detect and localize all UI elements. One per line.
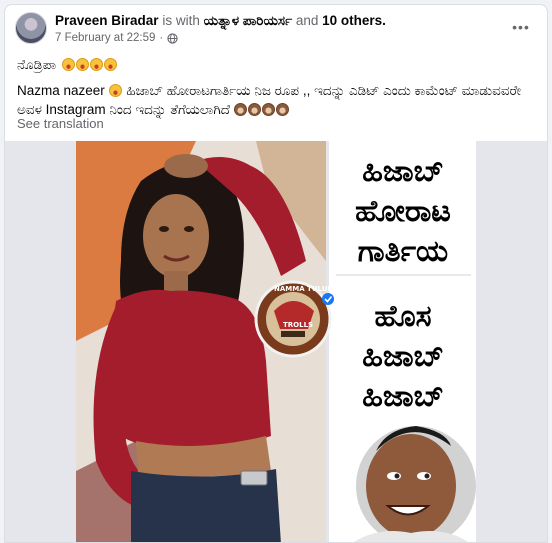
globe-icon	[167, 32, 178, 44]
laughing-emoji-icon	[90, 58, 104, 71]
tagged-user-link[interactable]: ಯತ್ನಾಳ ಪಾರಿಯರ್ಸ	[204, 13, 292, 28]
monkey-emoji-icon	[275, 103, 289, 116]
post-meta: 7 February at 22:59 ·	[55, 32, 178, 44]
with-text: is with	[162, 13, 200, 28]
caption-line-1: ನೊಡ್ರಿಪಾ	[17, 55, 537, 74]
verified-icon	[322, 293, 334, 305]
meta-separator: ·	[159, 32, 164, 44]
laughing-emoji-icon	[76, 58, 90, 71]
mention-link[interactable]: Nazma nazeer	[17, 83, 105, 98]
subline-line-2: ಹಿಜಾಬ್	[362, 339, 444, 374]
caption-text-1: ನೊಡ್ರಿಪಾ	[17, 57, 57, 72]
red-top	[112, 289, 271, 450]
laugh-emoji-group	[62, 55, 118, 74]
post-caption: ನೊಡ್ರಿಪಾ Nazma nazeer ಹಿಜಾಬ್ ಹೋರಾಟಗಾರ್ತಿ…	[17, 55, 537, 119]
post-card: Praveen Biradar is with ಯತ್ನಾಳ ಪಾರಿಯರ್ಸ …	[4, 4, 548, 543]
hand-on-head	[164, 154, 208, 178]
see-translation-link[interactable]: See translation	[17, 116, 104, 131]
watermark-top-text: NAMMA TULUNADU	[274, 285, 351, 293]
author-name-link[interactable]: Praveen Biradar	[55, 13, 159, 28]
headline-line-2: ಹೋರಾಟ	[355, 194, 451, 229]
others-link[interactable]: 10 others.	[322, 13, 386, 28]
headline-line-1: ಹಿಜಾಬ್	[362, 154, 444, 189]
laughing-emoji-icon	[104, 58, 118, 71]
comedian-face	[366, 434, 456, 538]
author-avatar[interactable]	[15, 12, 47, 44]
timestamp-link[interactable]: 7 February at 22:59	[55, 32, 155, 44]
and-text: and	[295, 13, 319, 28]
meme-image[interactable]: ಹಿಜಾಬ್ ಹೋರಾಟ ಗಾರ್ತಿಯ ಹೊಸ ಹಿಜಾಬ್ ಹಿಜಾಬ್ N…	[76, 141, 476, 543]
watermark-bottom-text: TROLLS	[283, 321, 313, 329]
subline-line-3: ಹಿಜಾಬ್	[362, 379, 444, 414]
headline-line-3: ಗಾರ್ತಿಯ	[358, 234, 448, 269]
laughing-emoji-icon	[62, 58, 76, 71]
caption-line-2: Nazma nazeer ಹಿಜಾಬ್ ಹೋರಾಟಗಾರ್ತಿಯ ನಿಜ ರೂಪ…	[17, 81, 537, 119]
monkey-emoji-icon	[233, 103, 247, 116]
face	[143, 194, 209, 278]
author-line: Praveen Biradar is with ಯತ್ನಾಳ ಪಾರಿಯರ್ಸ …	[55, 13, 386, 29]
monkey-emoji-icon	[261, 103, 275, 116]
post-header: Praveen Biradar is with ಯತ್ನಾಳ ಪಾರಿಯರ್ಸ …	[5, 5, 547, 53]
more-options-icon[interactable]: •••	[509, 15, 533, 39]
monkey-emoji-icon	[247, 103, 261, 116]
subline-line-1: ಹೊಸ	[374, 299, 431, 334]
laughing-emoji-icon	[108, 84, 122, 97]
post-image-area[interactable]: ಹಿಜಾಬ್ ಹೋರಾಟ ಗಾರ್ತಿಯ ಹೊಸ ಹಿಜಾಬ್ ಹಿಜಾಬ್ N…	[5, 141, 547, 543]
